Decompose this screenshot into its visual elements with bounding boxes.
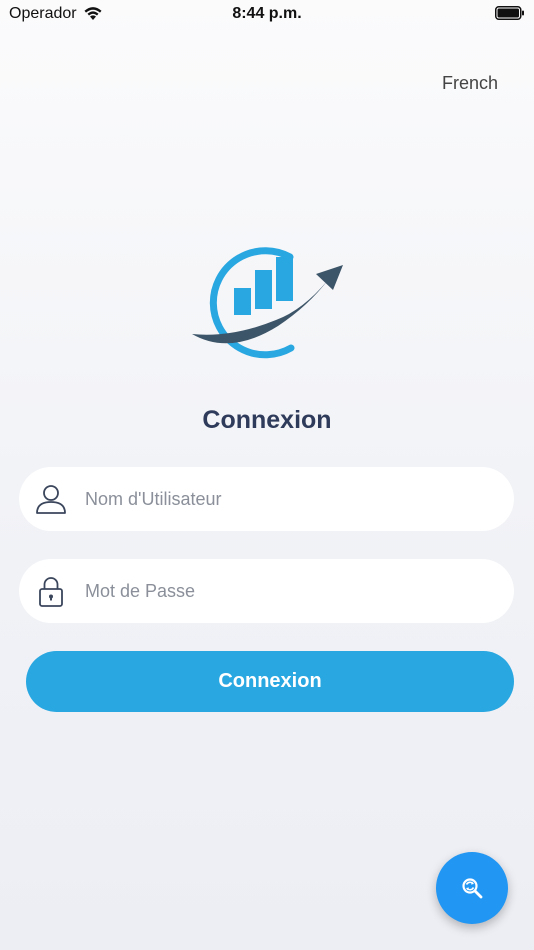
password-input[interactable] [85,559,495,623]
lock-icon [39,577,63,607]
status-bar: Operador 8:44 p.m. [0,0,534,30]
page-title: Connexion [202,406,332,434]
username-input[interactable] [85,467,495,531]
username-field[interactable] [19,467,514,531]
user-icon [36,485,66,514]
status-time: 8:44 p.m. [232,5,302,22]
language-selector[interactable]: French [442,73,498,94]
login-button[interactable]: Connexion [26,651,514,712]
battery-icon [495,6,524,20]
app-logo [192,247,343,359]
search-refresh-icon [462,878,483,899]
search-refresh-button[interactable] [436,852,508,924]
password-field[interactable] [19,559,514,623]
